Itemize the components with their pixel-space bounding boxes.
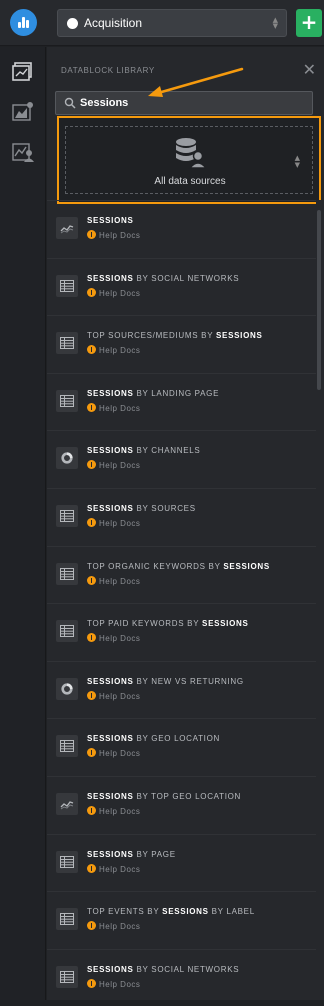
annotation-arrow-icon bbox=[148, 67, 244, 97]
table-icon bbox=[56, 504, 78, 527]
list-item-title: SESSIONS BY NEW VS RETURNING bbox=[87, 676, 244, 686]
list-item-title: SESSIONS BY SOURCES bbox=[87, 503, 196, 513]
search-icon bbox=[64, 97, 76, 109]
donut-icon bbox=[56, 447, 78, 470]
help-docs-link[interactable]: Help Docs bbox=[87, 863, 140, 874]
sort-arrows-icon[interactable]: ▲ ▼ bbox=[295, 155, 300, 169]
scrollbar-thumb[interactable] bbox=[317, 210, 321, 390]
dashboards-icon bbox=[12, 62, 32, 81]
line-chart-icon bbox=[56, 217, 78, 239]
rail-item-dashboards[interactable] bbox=[0, 51, 46, 91]
list-item-title: SESSIONS BY TOP GEO LOCATION bbox=[87, 791, 242, 801]
help-docs-link[interactable]: Help Docs bbox=[87, 460, 140, 470]
dashboard-title: Acquisition bbox=[84, 16, 143, 30]
info-icon bbox=[87, 921, 96, 931]
table-icon bbox=[56, 965, 78, 988]
list-item[interactable]: SESSIONS BY PAGE Help Docs bbox=[47, 833, 317, 892]
dashboard-selector[interactable]: Acquisition ▲ ▼ bbox=[57, 9, 287, 37]
list-item-title: SESSIONS bbox=[87, 216, 134, 225]
list-item[interactable]: TOP SOURCES/MEDIUMS BY SESSIONS Help Docs bbox=[47, 315, 317, 373]
help-docs-link[interactable]: Help Docs bbox=[87, 921, 140, 931]
line-chart-icon bbox=[56, 792, 78, 815]
table-icon bbox=[56, 274, 78, 297]
app-logo-icon[interactable] bbox=[10, 9, 37, 36]
list-item-title: SESSIONS BY CHANNELS bbox=[87, 446, 201, 456]
donut-icon bbox=[56, 677, 78, 700]
info-icon bbox=[87, 690, 96, 700]
help-docs-link[interactable]: Help Docs bbox=[87, 230, 140, 240]
chart-user-icon bbox=[12, 143, 34, 162]
left-rail bbox=[0, 47, 46, 1000]
info-icon bbox=[87, 633, 96, 643]
list-item[interactable]: TOP EVENTS BY SESSIONS BY LABEL Help Docs bbox=[47, 891, 317, 949]
info-icon bbox=[87, 517, 96, 527]
table-icon bbox=[56, 562, 78, 585]
help-docs-link[interactable]: Help Docs bbox=[87, 287, 140, 298]
list-item-title: TOP PAID KEYWORDS BY SESSIONS bbox=[87, 619, 249, 629]
rail-item-users[interactable] bbox=[0, 131, 46, 171]
help-docs-link[interactable]: Help Docs bbox=[87, 517, 140, 528]
table-icon bbox=[56, 389, 78, 412]
list-item-title: SESSIONS BY SOCIAL NETWORKS bbox=[87, 273, 240, 283]
list-item[interactable]: TOP PAID KEYWORDS BY SESSIONS Help Docs bbox=[47, 603, 317, 661]
list-item-title: SESSIONS BY PAGE bbox=[87, 849, 176, 859]
add-button[interactable]: + bbox=[296, 9, 322, 37]
help-docs-link[interactable]: Help Docs bbox=[87, 575, 140, 586]
info-icon bbox=[87, 748, 96, 758]
info-icon bbox=[87, 345, 96, 355]
list-item[interactable]: SESSIONS BY NEW VS RETURNING Help Docs bbox=[47, 660, 317, 719]
list-item-title: SESSIONS BY LANDING PAGE bbox=[87, 388, 220, 398]
help-docs-link[interactable]: Help Docs bbox=[87, 805, 140, 816]
table-icon bbox=[56, 332, 78, 355]
chart-add-icon bbox=[12, 102, 33, 121]
help-docs-link[interactable]: Help Docs bbox=[87, 690, 140, 701]
top-bar: Acquisition ▲ ▼ + bbox=[0, 0, 324, 46]
info-icon bbox=[87, 978, 96, 988]
info-icon bbox=[87, 460, 96, 470]
info-icon bbox=[87, 575, 96, 585]
info-icon bbox=[87, 230, 96, 239]
scrollbar[interactable] bbox=[316, 200, 322, 1000]
data-source-selector[interactable]: All data sources ▲ ▼ bbox=[57, 116, 321, 204]
list-item[interactable]: SESSIONS BY TOP GEO LOCATION Help Docs bbox=[47, 775, 317, 834]
help-docs-link[interactable]: Help Docs bbox=[87, 402, 140, 413]
list-item[interactable]: SESSIONS BY SOCIAL NETWORKS Help Docs bbox=[47, 257, 317, 316]
info-icon bbox=[87, 402, 96, 412]
info-icon bbox=[87, 805, 96, 815]
list-item-title: TOP ORGANIC KEYWORDS BY SESSIONS bbox=[87, 561, 270, 571]
help-docs-link[interactable]: Help Docs bbox=[87, 978, 140, 989]
list-item-title: TOP EVENTS BY SESSIONS BY LABEL bbox=[87, 907, 255, 917]
dashboard-color-dot bbox=[67, 18, 78, 29]
list-item-title: TOP SOURCES/MEDIUMS BY SESSIONS bbox=[87, 331, 263, 341]
list-item[interactable]: SESSIONS BY SOURCES Help Docs bbox=[47, 487, 317, 546]
results-list: SESSIONS Help Docs SESSIONS BY SOCIAL NETW… bbox=[47, 200, 317, 1006]
close-icon[interactable]: ✕ bbox=[303, 60, 316, 79]
list-item[interactable]: SESSIONS BY SOCIAL NETWORKS Help Docs bbox=[47, 948, 317, 1006]
list-item[interactable]: SESSIONS BY CHANNELS Help Docs bbox=[47, 430, 317, 488]
updown-arrows-icon: ▲ ▼ bbox=[272, 16, 278, 30]
list-item-title: SESSIONS BY SOCIAL NETWORKS bbox=[87, 964, 240, 974]
data-source-label: All data sources bbox=[154, 176, 226, 187]
table-icon bbox=[56, 620, 78, 643]
table-icon bbox=[56, 735, 78, 758]
help-docs-link[interactable]: Help Docs bbox=[87, 633, 140, 643]
search-value: Sessions bbox=[80, 97, 129, 109]
database-user-icon bbox=[176, 138, 206, 169]
list-item[interactable]: SESSIONS Help Docs bbox=[47, 200, 317, 258]
help-docs-link[interactable]: Help Docs bbox=[87, 345, 140, 355]
table-icon bbox=[56, 908, 78, 931]
info-icon bbox=[87, 287, 96, 297]
data-source-dropzone[interactable]: All data sources ▲ ▼ bbox=[65, 126, 313, 194]
list-item[interactable]: SESSIONS BY GEO LOCATION Help Docs bbox=[47, 718, 317, 776]
table-icon bbox=[56, 850, 78, 873]
list-item[interactable]: TOP ORGANIC KEYWORDS BY SESSIONS Help Doc… bbox=[47, 545, 317, 604]
list-item-title: SESSIONS BY GEO LOCATION bbox=[87, 734, 220, 744]
list-item[interactable]: SESSIONS BY LANDING PAGE Help Docs bbox=[47, 372, 317, 431]
rail-item-add-metric[interactable] bbox=[0, 91, 46, 131]
info-icon bbox=[87, 863, 96, 873]
help-docs-link[interactable]: Help Docs bbox=[87, 748, 140, 758]
panel-title: DATABLOCK LIBRARY bbox=[61, 66, 155, 75]
